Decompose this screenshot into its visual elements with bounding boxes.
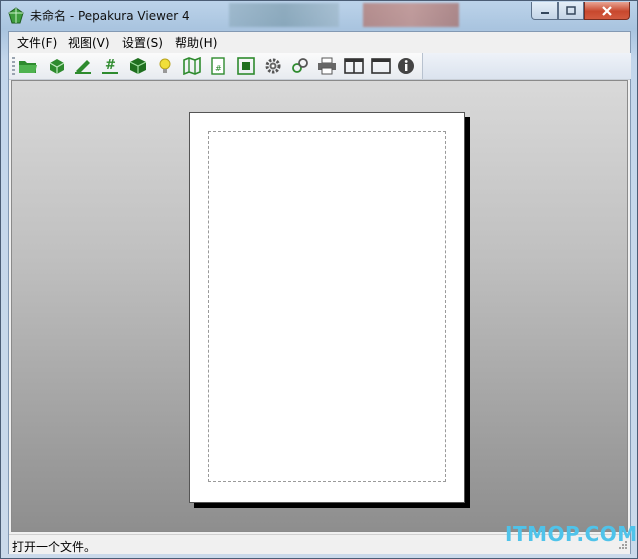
paper-page[interactable] <box>189 112 465 503</box>
print-button[interactable] <box>316 55 338 77</box>
settings-button[interactable] <box>262 55 284 77</box>
info-icon <box>398 58 414 74</box>
edit-icon <box>75 60 91 74</box>
unfold-map-icon <box>183 57 201 75</box>
single-view-icon <box>371 58 391 74</box>
toolbar-empty-area <box>422 53 631 79</box>
close-button[interactable] <box>584 2 630 20</box>
unfold-button[interactable] <box>181 55 203 77</box>
minimize-button[interactable] <box>531 2 558 20</box>
toolbar-grip[interactable] <box>12 57 15 75</box>
svg-text:#: # <box>105 58 116 73</box>
print-margin <box>208 131 446 482</box>
watermark: ITMOP.COM <box>505 522 638 546</box>
split-view-icon <box>344 58 364 74</box>
number-icon: # <box>102 58 118 74</box>
close-icon <box>602 5 612 16</box>
menu-bar: 文件(F) 视图(V) 设置(S) 帮助(H) <box>9 32 630 52</box>
lighting-button[interactable] <box>154 55 176 77</box>
page-number-icon: # <box>211 57 225 75</box>
menu-file[interactable]: 文件(F) <box>17 34 57 51</box>
open-file-button[interactable] <box>17 55 39 77</box>
3d-view-button[interactable] <box>46 55 68 77</box>
svg-text:#: # <box>215 64 222 73</box>
cube-button[interactable] <box>127 55 149 77</box>
menu-view[interactable]: 视图(V) <box>68 34 110 51</box>
cube-icon <box>129 58 147 74</box>
numbering-button[interactable]: # <box>99 55 121 77</box>
menu-settings[interactable]: 设置(S) <box>122 34 163 51</box>
lightbulb-icon <box>159 58 171 73</box>
edit-button[interactable] <box>72 55 94 77</box>
app-window: 未命名 - Pepakura Viewer 4 文件(F) 视图(V) 设置(S… <box>0 0 638 559</box>
menu-help[interactable]: 帮助(H) <box>175 34 217 51</box>
title-bar[interactable]: 未命名 - Pepakura Viewer 4 <box>1 1 637 31</box>
status-text: 打开一个文件。 <box>12 540 97 554</box>
single-view-button[interactable] <box>370 55 392 77</box>
fit-view-icon <box>237 57 255 75</box>
background-blur-2 <box>363 3 459 27</box>
page-number-button[interactable]: # <box>207 55 229 77</box>
client-area: 文件(F) 视图(V) 设置(S) 帮助(H) # # 打开一个文件。 <box>8 31 631 554</box>
minimize-icon <box>540 11 549 14</box>
maximize-icon <box>566 6 576 15</box>
window-title: 未命名 - Pepakura Viewer 4 <box>30 9 190 23</box>
background-blur <box>229 3 339 27</box>
glasses-view-icon <box>292 58 308 73</box>
toolbar: # # <box>9 53 631 80</box>
maximize-button[interactable] <box>558 2 584 20</box>
document-canvas[interactable] <box>11 80 628 532</box>
printer-icon <box>318 57 336 75</box>
fit-view-button[interactable] <box>235 55 257 77</box>
gear-icon <box>265 58 281 74</box>
split-view-button[interactable] <box>343 55 365 77</box>
3d-view-icon <box>49 59 65 74</box>
pepakura-logo-icon <box>8 7 24 24</box>
open-folder-icon <box>19 61 37 73</box>
about-button[interactable] <box>395 55 417 77</box>
view-mode-button[interactable] <box>289 55 311 77</box>
